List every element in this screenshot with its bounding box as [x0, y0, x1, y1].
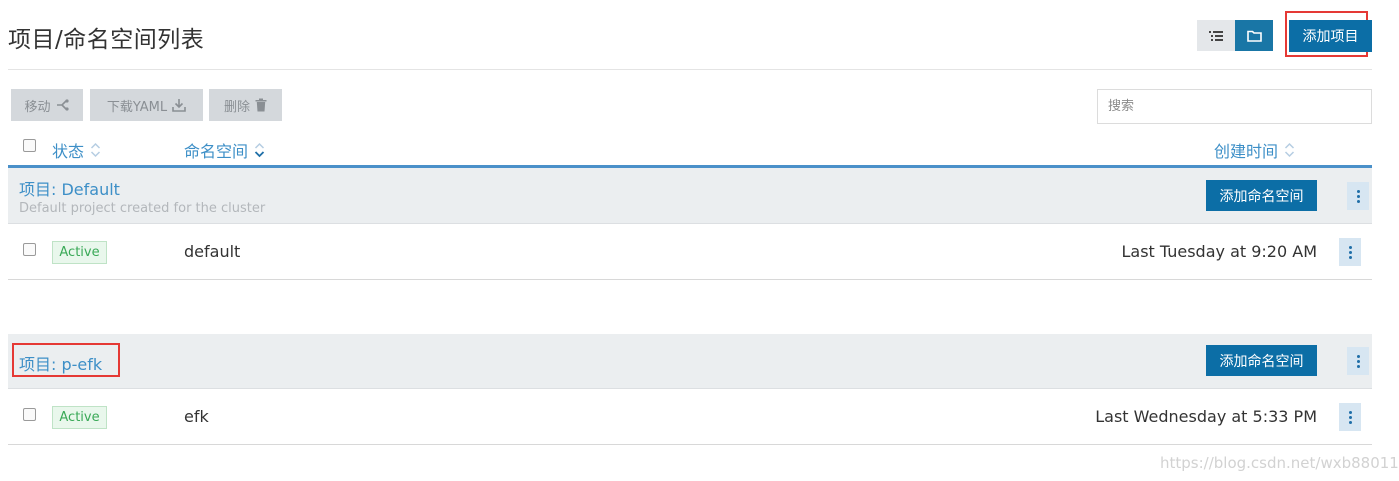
sort-icon — [1284, 142, 1295, 158]
trash-icon — [255, 98, 267, 112]
created-header-label: 创建时间 — [1214, 142, 1279, 161]
row-actions-menu[interactable] — [1339, 403, 1361, 431]
group-actions-menu[interactable] — [1347, 182, 1369, 210]
folder-icon — [1246, 30, 1262, 42]
project-group-default: 项目: Default Default project created for … — [8, 168, 1372, 224]
list-view-button[interactable] — [1197, 20, 1235, 51]
search-input[interactable] — [1097, 89, 1372, 124]
add-namespace-button[interactable]: 添加命名空间 — [1206, 345, 1317, 376]
row-actions-menu[interactable] — [1339, 238, 1361, 266]
download-yaml-label: 下载YAML — [106, 99, 168, 115]
namespace-column-header[interactable]: 命名空间 — [184, 138, 265, 162]
state-header-label: 状态 — [52, 142, 85, 161]
header-divider — [8, 69, 1372, 70]
list-view-icon — [1209, 30, 1223, 41]
select-all-checkbox[interactable] — [23, 139, 36, 152]
download-yaml-button[interactable]: 下载YAML — [90, 89, 203, 121]
created-column-header[interactable]: 创建时间 — [1214, 138, 1295, 162]
created-time: Last Tuesday at 9:20 AM — [1121, 242, 1317, 261]
group-actions-menu[interactable] — [1347, 347, 1369, 375]
project-group-p-efk: 项目: p-efk 添加命名空间 — [8, 334, 1372, 389]
move-label: 移动 — [24, 99, 51, 115]
view-toggle — [1197, 20, 1273, 51]
table-row: Active default Last Tuesday at 9:20 AM — [8, 224, 1372, 280]
delete-button[interactable]: 删除 — [209, 89, 282, 121]
p-efk-highlight — [12, 343, 120, 377]
created-time: Last Wednesday at 5:33 PM — [1095, 407, 1317, 426]
delete-label: 删除 — [223, 99, 250, 115]
project-group-description: Default project created for the cluster — [19, 201, 266, 216]
sort-desc-icon — [254, 142, 265, 158]
row-checkbox[interactable] — [23, 408, 36, 421]
status-badge: Active — [52, 241, 107, 264]
status-badge: Active — [52, 406, 107, 429]
state-column-header[interactable]: 状态 — [52, 138, 101, 162]
namespace-name[interactable]: default — [184, 242, 240, 261]
add-project-button[interactable]: 添加项目 — [1289, 20, 1372, 52]
page-title: 项目/命名空间列表 — [8, 27, 205, 53]
namespace-header-label: 命名空间 — [184, 142, 249, 161]
watermark: https://blog.csdn.net/wxb880114 — [1160, 454, 1399, 472]
namespace-name[interactable]: efk — [184, 407, 209, 426]
add-namespace-button[interactable]: 添加命名空间 — [1206, 180, 1317, 211]
download-icon — [172, 99, 186, 112]
move-button[interactable]: 移动 — [11, 89, 83, 121]
table-row: Active efk Last Wednesday at 5:33 PM — [8, 389, 1372, 445]
project-group-title[interactable]: 项目: Default — [19, 176, 120, 200]
move-icon — [56, 99, 69, 111]
row-checkbox[interactable] — [23, 243, 36, 256]
sort-icon — [90, 142, 101, 158]
folder-view-button[interactable] — [1235, 20, 1273, 51]
